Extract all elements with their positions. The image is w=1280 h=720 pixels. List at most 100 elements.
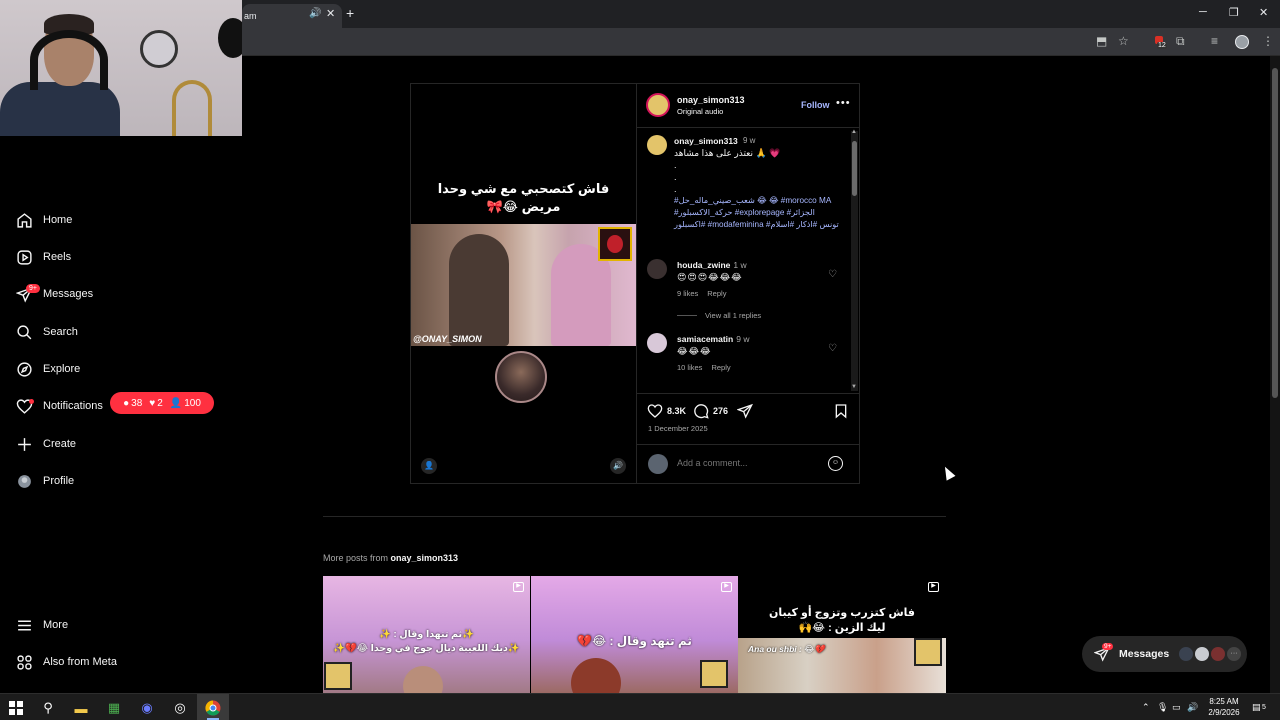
page-scroll-thumb[interactable] [1272, 68, 1278, 398]
scroll-down-arrow-icon[interactable]: ▼ [851, 384, 857, 390]
comment-username[interactable]: samiacematin [677, 334, 733, 344]
comment-author[interactable]: houda_zwine 1 w [677, 260, 747, 270]
tab-close-icon[interactable]: ✕ [326, 7, 335, 20]
more-posts-user[interactable]: onay_simon313 [391, 553, 459, 563]
thumbnail-face [571, 658, 621, 693]
taskbar-search-icon[interactable]: ⚲ [39, 699, 57, 717]
post-card: فاش كتصحبي مع شي وحدا مريض 😂🎀 @ONAY_SIMO… [410, 83, 860, 484]
reply-button[interactable]: Reply [707, 289, 726, 298]
obs-icon[interactable]: ◎ [171, 699, 189, 717]
new-tab-button[interactable]: + [346, 5, 354, 21]
comment-likes[interactable]: 9 likes [677, 289, 698, 298]
thumbnail-caption: ثم تنهد وقال : 😂💔 [577, 634, 692, 648]
reply-button[interactable]: Reply [711, 363, 730, 372]
follow-button[interactable]: Follow [801, 100, 830, 110]
comment-like-icon[interactable]: ♡ [828, 269, 837, 280]
scroll-up-arrow-icon[interactable]: ▲ [851, 129, 857, 135]
search-icon [17, 324, 32, 339]
file-explorer-icon[interactable]: ▬ [72, 699, 90, 717]
more-options-icon[interactable]: ••• [836, 97, 851, 109]
tray-overflow-icon[interactable]: ⌃ [1142, 702, 1150, 713]
person-icon: 👤 [169, 397, 183, 409]
tab-audio-icon[interactable]: 🔊 [309, 8, 321, 19]
more-conversations-icon: ··· [1227, 647, 1241, 661]
current-user-avatar [648, 454, 668, 474]
comments-scrollbar[interactable] [851, 131, 858, 391]
caption-hashtags[interactable]: #شعب_صيني_ماله_حل 😂 😂 #morocco MA #حركة_… [674, 195, 842, 231]
share-button[interactable] [737, 403, 757, 419]
comment-avatar[interactable] [647, 259, 667, 279]
bookmark-star-icon[interactable]: ☆ [1118, 34, 1129, 48]
comment-username[interactable]: houda_zwine [677, 260, 730, 270]
owner-username[interactable]: onay_simon313 [677, 95, 745, 105]
nav-reels[interactable]: Reels [16, 247, 71, 267]
menu-icon [18, 620, 31, 630]
nav-more[interactable]: More [16, 615, 68, 635]
chrome-icon[interactable] [204, 699, 222, 717]
microphone-icon[interactable]: 🎙 [1157, 702, 1168, 713]
network-icon[interactable]: ▭ [1172, 702, 1181, 713]
nav-home[interactable]: Home [16, 210, 72, 230]
store-icon[interactable]: ▦ [105, 699, 123, 717]
notification-center-icon[interactable]: ▤ [1252, 702, 1261, 713]
more-post-thumbnail[interactable]: ✨ثم تنهدا وقال : ✨ ✨ديك اللعيبة ديال جوج… [323, 576, 530, 693]
close-window-button[interactable]: ✕ [1259, 6, 1268, 19]
comment-like-icon[interactable]: ♡ [828, 343, 837, 354]
system-clock[interactable]: 8:25 AM 2/9/2026 [1203, 696, 1245, 718]
save-button[interactable] [833, 403, 853, 419]
nav-search[interactable]: Search [16, 322, 78, 342]
restore-button[interactable]: ❐ [1229, 6, 1239, 19]
wall-mirror [140, 30, 178, 68]
windows-start-icon[interactable] [7, 699, 25, 717]
notification-dot [29, 399, 34, 404]
comment-avatar[interactable] [647, 333, 667, 353]
browser-tab[interactable]: am 🔊 ✕ [242, 4, 342, 28]
caption-author-avatar[interactable] [647, 135, 667, 155]
post-media-video[interactable]: فاش كتصحبي مع شي وحدا مريض 😂🎀 @ONAY_SIMO… [411, 84, 636, 483]
more-post-thumbnail[interactable]: فاش كتزرب وتزوج أو كيبان ليك الزين : 😂🙌 … [738, 576, 946, 693]
owner-avatar[interactable] [646, 93, 670, 117]
volume-icon[interactable]: 🔊 [610, 458, 626, 474]
like-count-chip: ♥ 2 [149, 398, 163, 409]
comment-meta: 9 likes Reply [677, 289, 735, 298]
more-post-thumbnail[interactable]: ثم تنهد وقال : 😂💔 ▶ [531, 576, 738, 693]
nav-explore[interactable]: Explore [16, 359, 80, 379]
comment-button[interactable]: 276 [693, 403, 728, 419]
comment-author[interactable]: samiacematin 9 w [677, 334, 749, 344]
browser-menu-icon[interactable]: ⋮ [1262, 34, 1274, 48]
messages-floating-button[interactable]: 9+ Messages ··· [1082, 636, 1247, 672]
nav-also-from-meta[interactable]: Also from Meta [16, 652, 117, 672]
thumbnail-logo [324, 662, 352, 690]
post-date: 1 December 2025 [648, 424, 708, 433]
profile-avatar [18, 474, 31, 488]
view-replies-button[interactable]: View all 1 replies [677, 311, 761, 320]
clock-date: 2/9/2026 [1208, 708, 1240, 717]
notification-summary-pill[interactable]: ● 38 ♥ 2 👤 100 [110, 392, 214, 414]
comment-count-chip: ● 38 [123, 398, 142, 409]
nav-create[interactable]: Create [16, 434, 76, 454]
install-app-icon[interactable]: ⬒ [1096, 34, 1107, 48]
conversation-avatar [1195, 647, 1209, 661]
extension-icon[interactable]: 12 [1153, 34, 1169, 50]
comment-time: 9 w [736, 334, 750, 344]
extensions-icon[interactable]: ⧉ [1176, 34, 1185, 49]
volume-icon[interactable]: 🔊 [1187, 702, 1198, 713]
windows-taskbar: ⚲ ▬ ▦ ◉ ◎ ⌃ 🎙 ▭ 🔊 8:25 AM 2/9/2026 ▤ 5 [0, 693, 1280, 720]
nav-profile[interactable]: Profile [16, 471, 74, 491]
media-control-icon[interactable]: ≡ [1211, 34, 1218, 48]
caption-author[interactable]: onay_simon313 [674, 136, 738, 146]
comments-list[interactable]: onay_simon313 9 w نعتذر على هذا مشاهد 🙏 … [637, 129, 860, 394]
reels-icon [17, 249, 32, 265]
comments-scroll-thumb[interactable] [852, 141, 857, 196]
audio-label[interactable]: Original audio [677, 107, 723, 116]
emoji-icon[interactable]: ☺ [828, 456, 843, 471]
like-button[interactable]: 8.3K [647, 403, 686, 419]
minimize-button[interactable]: ─ [1199, 6, 1207, 18]
comment-input[interactable] [677, 458, 817, 468]
app-icon[interactable]: ◉ [138, 699, 156, 717]
browser-profile-avatar[interactable] [1235, 35, 1249, 49]
headset [30, 30, 108, 90]
tagged-user-icon[interactable]: 👤 [421, 458, 437, 474]
comment-likes[interactable]: 10 likes [677, 363, 702, 372]
page-scrollbar[interactable] [1270, 56, 1280, 693]
